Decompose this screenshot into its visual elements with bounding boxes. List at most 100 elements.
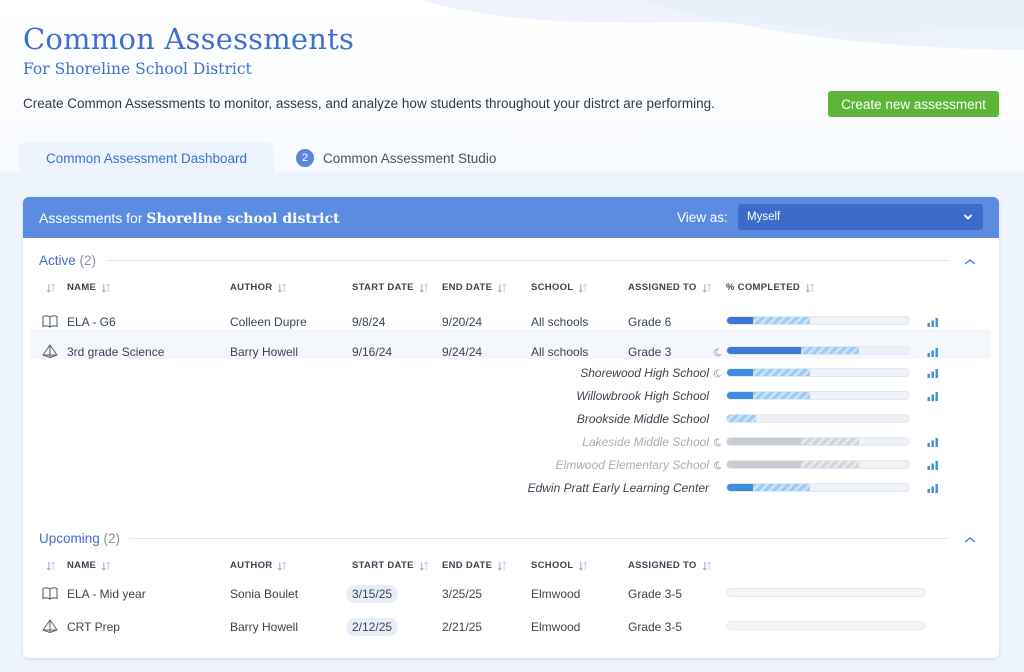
cell-name: ELA - Mid year	[67, 587, 146, 601]
sort-icon[interactable]	[277, 560, 287, 571]
tab-label: Common Assessment Studio	[323, 150, 497, 166]
progress-partial	[800, 438, 860, 445]
sort-icon[interactable]	[578, 282, 588, 293]
column-header-school[interactable]: SCHOOL	[531, 560, 588, 571]
section-active-title[interactable]: Active (2)	[39, 253, 96, 268]
create-new-assessment-button[interactable]: Create new assessment	[828, 91, 999, 117]
cell-start: 2/12/25	[346, 618, 399, 636]
stats-icon[interactable]	[927, 391, 939, 401]
progress-partial	[727, 415, 757, 422]
column-header-completed[interactable]: % COMPLETED	[726, 282, 815, 293]
cell-end: 9/24/24	[442, 345, 483, 359]
stats-icon[interactable]	[927, 317, 939, 327]
sort-icon[interactable]	[277, 282, 287, 293]
section-divider	[129, 538, 950, 539]
cell-start: 9/16/24	[352, 345, 393, 359]
cell-start: 9/8/24	[352, 315, 386, 329]
progress-complete	[727, 392, 753, 399]
progress-complete	[727, 461, 801, 468]
column-header-label: NAME	[67, 282, 97, 293]
column-header-assigned-to[interactable]: ASSIGNED TO	[628, 282, 712, 293]
stats-icon[interactable]	[927, 368, 939, 378]
view-as-select[interactable]: Myself	[738, 204, 983, 230]
section-upcoming-label: Upcoming	[39, 531, 100, 546]
cell-name: ELA - G6	[67, 315, 116, 329]
book-icon	[42, 587, 58, 600]
section-divider	[107, 260, 950, 261]
cell-author: Barry Howell	[230, 620, 299, 634]
progress-bar-empty	[726, 621, 926, 630]
sort-icon[interactable]	[46, 561, 56, 571]
column-header-start-date[interactable]: START DATE	[352, 282, 429, 293]
cell-assigned: Grade 3-5	[628, 587, 683, 601]
panel-header: Assessments for Shoreline school distric…	[23, 197, 999, 238]
progress-partial	[752, 369, 810, 376]
sort-icon[interactable]	[101, 560, 111, 571]
section-upcoming-count: (2)	[103, 531, 121, 546]
progress-partial	[752, 317, 810, 324]
sort-icon[interactable]	[702, 560, 712, 571]
column-header-end-date[interactable]: END DATE	[442, 282, 507, 293]
sort-icon[interactable]	[46, 283, 56, 293]
column-header-end-date[interactable]: END DATE	[442, 560, 507, 571]
sort-icon[interactable]	[497, 560, 507, 571]
column-header-name[interactable]: NAME	[67, 282, 111, 293]
progress-bar	[726, 437, 910, 446]
cell-author: Barry Howell	[230, 345, 299, 359]
sort-icon[interactable]	[497, 282, 507, 293]
panel-title: Assessments for Shoreline school distric…	[39, 210, 339, 227]
tab-common-assessment-studio[interactable]: 2 Common Assessment Studio	[296, 142, 496, 174]
chevron-up-icon[interactable]	[963, 535, 977, 545]
sort-icon[interactable]	[419, 560, 429, 571]
page-subtitle: For Shoreline School District	[23, 60, 252, 78]
progress-complete	[727, 484, 753, 491]
school-name: Edwin Pratt Early Learning Center	[527, 481, 709, 495]
stats-icon[interactable]	[927, 460, 939, 470]
tab-common-assessment-dashboard[interactable]: Common Assessment Dashboard	[19, 142, 274, 174]
cell-end: 3/25/25	[442, 587, 483, 601]
stats-icon[interactable]	[927, 483, 939, 493]
column-header-assigned-to[interactable]: ASSIGNED TO	[628, 560, 712, 571]
progress-complete	[727, 317, 753, 324]
panel-title-prefix: Assessments for	[39, 210, 147, 226]
progress-bar	[726, 460, 910, 469]
sort-icon[interactable]	[419, 282, 429, 293]
column-header-label: SCHOOL	[531, 560, 574, 571]
column-header-school[interactable]: SCHOOL	[531, 282, 588, 293]
progress-bar	[726, 414, 910, 423]
book-icon	[42, 315, 58, 328]
column-header-label: AUTHOR	[230, 560, 273, 571]
column-header-label: AUTHOR	[230, 282, 273, 293]
column-header-label: NAME	[67, 560, 97, 571]
section-upcoming-title[interactable]: Upcoming (2)	[39, 531, 120, 546]
chevron-up-icon[interactable]	[963, 257, 977, 267]
school-name: Lakeside Middle School	[582, 435, 709, 449]
progress-bar	[726, 346, 910, 355]
cell-name: 3rd grade Science	[67, 345, 165, 359]
column-header-label: ASSIGNED TO	[628, 560, 697, 571]
column-header-start-date[interactable]: START DATE	[352, 560, 429, 571]
section-active-count: (2)	[79, 253, 97, 268]
stats-icon[interactable]	[927, 437, 939, 447]
cell-assigned: Grade 6	[628, 315, 672, 329]
school-name: Brookside Middle School	[576, 412, 709, 426]
sort-icon[interactable]	[805, 282, 815, 293]
sort-icon[interactable]	[101, 282, 111, 293]
cell-school: Elmwood	[531, 587, 581, 601]
progress-complete	[727, 347, 801, 354]
moon-icon	[713, 348, 722, 357]
column-header-author[interactable]: AUTHOR	[230, 282, 287, 293]
progress-bar	[726, 368, 910, 377]
sort-icon[interactable]	[702, 282, 712, 293]
stats-icon[interactable]	[927, 347, 939, 357]
progress-bar-empty	[726, 588, 926, 597]
school-name: Willowbrook High School	[576, 389, 709, 403]
column-header-author[interactable]: AUTHOR	[230, 560, 287, 571]
chevron-down-icon	[963, 214, 973, 220]
progress-partial	[800, 347, 860, 354]
column-header-name[interactable]: NAME	[67, 560, 111, 571]
school-name: Elmwood Elementary School	[555, 458, 709, 472]
view-as-label: View as:	[677, 210, 728, 225]
progress-bar	[726, 391, 910, 400]
sort-icon[interactable]	[578, 560, 588, 571]
